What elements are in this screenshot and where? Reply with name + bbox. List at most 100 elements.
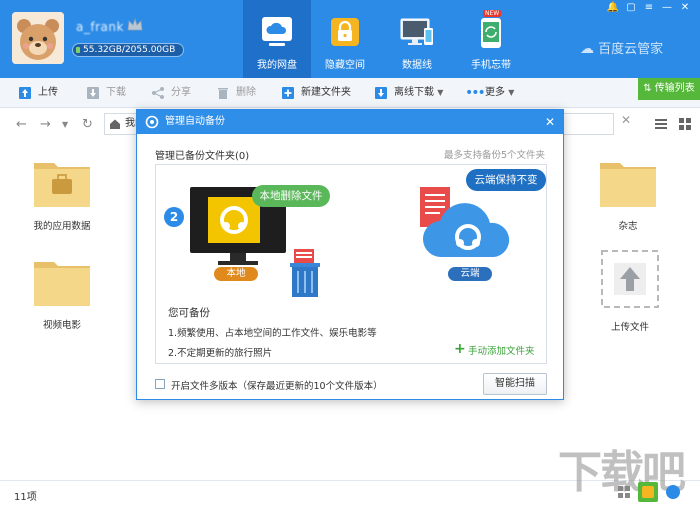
tab-data-cable[interactable]: 数据线 [383,0,451,78]
upload-icon [19,87,31,99]
trash-icon [218,88,228,99]
notification-icon[interactable]: 🔔 [604,2,622,13]
cloud-tag: 云端 [448,267,492,281]
avatar[interactable] [12,12,64,64]
cloud-icon [422,203,510,258]
backup-suggestion: 1.频繁使用、占本地空间的工作文件、娱乐电影等 [168,328,377,339]
download-icon [87,87,99,99]
share-label: 分享 [171,87,191,98]
file-item[interactable]: 我的应用数据 [22,155,102,232]
list-view-icon[interactable] [654,117,668,131]
refresh-icon[interactable]: ↻ [82,117,93,132]
tab-label: 数据线 [402,60,432,71]
home-icon[interactable] [109,118,121,130]
new-folder-button[interactable]: 新建文件夹 [279,78,351,108]
new-folder-icon [282,87,294,99]
share-button[interactable]: 分享 [149,78,191,108]
transfer-icon: ⇅ [643,83,652,94]
folder-icon [600,163,656,207]
local-delete-bubble: 本地删除文件 [252,185,330,207]
tab-label: 隐藏空间 [325,60,365,71]
upload-arrow-icon [601,250,659,308]
back-icon[interactable]: ← [16,117,27,132]
delete-button[interactable]: 删除 [214,78,256,108]
file-name: 杂志 [618,221,638,232]
backup-suggestion: 2.不定期更新的旅行照片 [168,348,273,359]
cloud-disk-icon [262,17,292,46]
upload-button[interactable]: 上传 [16,78,58,108]
chevron-down-icon[interactable]: ▼ [437,88,443,97]
multi-version-checkbox[interactable]: 开启文件多版本（保存最近更新的10个文件版本） [155,378,383,392]
more-label: 更多 [485,87,505,98]
menu-icon[interactable]: ≡ [640,2,658,13]
max-folders-hint: 最多支持备份5个文件夹 [443,150,545,161]
tab-phone-forgot[interactable]: NEW 手机忘带 [457,0,525,78]
grid-view-icon[interactable] [678,117,692,131]
download-label: 下载 [106,87,126,98]
chevron-down-icon[interactable]: ▼ [508,88,514,97]
recycle-bin-icon [290,249,320,297]
more-button[interactable]: ••• 更多 ▼ [463,78,514,108]
storage-quota: 55.32GB/2055.00GB [72,43,184,57]
dialog-title-bar[interactable]: 管理自动备份 ✕ [137,110,563,134]
tab-hidden-space[interactable]: 隐藏空间 [311,0,379,78]
tab-label: 我的网盘 [257,60,297,71]
download-button[interactable]: 下载 [84,78,126,108]
history-dropdown-icon[interactable]: ▼ [62,120,68,129]
new-badge: NEW [483,10,502,17]
upload-label: 上传 [38,87,58,98]
baidu-cloud-logo-icon: ☁ [580,41,594,57]
brand-name: 百度云管家 [598,42,664,57]
file-name: 视频电影 [42,320,81,331]
top-header: a_frank 55.32GB/2055.00GB 我的网盘 隐藏空间 数据线 [0,0,700,78]
lock-icon [331,18,359,46]
forward-icon[interactable]: → [40,117,51,132]
grid-small-icon[interactable] [618,486,630,498]
clear-path-icon[interactable]: ✕ [621,113,631,127]
share-icon [152,87,164,99]
local-tag: 本地 [214,267,258,281]
username[interactable]: a_frank [76,20,124,34]
add-folder-label: 手动添加文件夹 [468,346,535,357]
add-folder-link[interactable]: + 手动添加文件夹 [454,341,535,357]
offline-download-button[interactable]: 离线下载 ▼ [372,78,443,108]
file-item[interactable]: 视频电影 [22,254,102,331]
plus-icon: + [454,341,466,357]
brand-logo: ☁ 百度云管家 [580,38,663,57]
sync-status-button[interactable] [638,482,658,502]
step-number: 2 [164,207,184,227]
backup-icon [642,486,654,498]
gear-icon [145,115,159,129]
file-name: 上传文件 [610,322,649,333]
tab-my-disk[interactable]: 我的网盘 [243,0,311,78]
bear-avatar-icon [12,12,64,64]
cloud-keep-bubble: 云端保持不变 [466,169,546,191]
auto-backup-dialog: 管理自动备份 ✕ 管理已备份文件夹(0) 最多支持备份5个文件夹 2 本地删除文… [136,109,564,400]
close-icon[interactable]: ✕ [676,2,694,13]
user-status-icon[interactable] [666,485,680,499]
vip-crown-icon[interactable] [126,16,144,34]
checkbox-icon[interactable] [155,379,165,389]
offline-download-icon [375,87,387,99]
backed-up-folders-label: 管理已备份文件夹(0) [155,151,250,162]
window-controls: 🔔 ▢ ≡ — ✕ [604,2,694,16]
phone-sync-icon [481,18,501,48]
item-count: 11项 [14,492,37,503]
multi-version-label: 开启文件多版本（保存最近更新的10个文件版本） [171,381,383,392]
upload-file-tile[interactable]: 上传文件 [590,248,670,333]
can-backup-title: 您可备份 [168,307,210,319]
smart-scan-button[interactable]: 智能扫描 [483,373,547,395]
file-name: 我的应用数据 [33,221,91,232]
file-item[interactable]: 杂志 [588,155,668,232]
toolbar: 上传 下载 分享 删除 新建文件夹 离线下载 ▼ ••• 更多 ▼ [0,78,700,108]
minimize-icon[interactable]: — [658,2,676,13]
dots-icon: ••• [465,85,486,101]
offline-download-label: 离线下载 [394,87,434,98]
briefcase-folder-icon [34,163,90,207]
backup-illustration-panel: 2 本地删除文件 本地 云端保持不变 云端 您可备份 1.频繁使用、占本地空间的… [155,164,547,364]
skin-icon[interactable]: ▢ [622,2,640,13]
close-icon[interactable]: ✕ [545,110,555,134]
new-folder-label: 新建文件夹 [301,87,351,98]
delete-label: 删除 [236,87,256,98]
transfer-list-button[interactable]: ⇅ 传输列表 [638,78,700,100]
